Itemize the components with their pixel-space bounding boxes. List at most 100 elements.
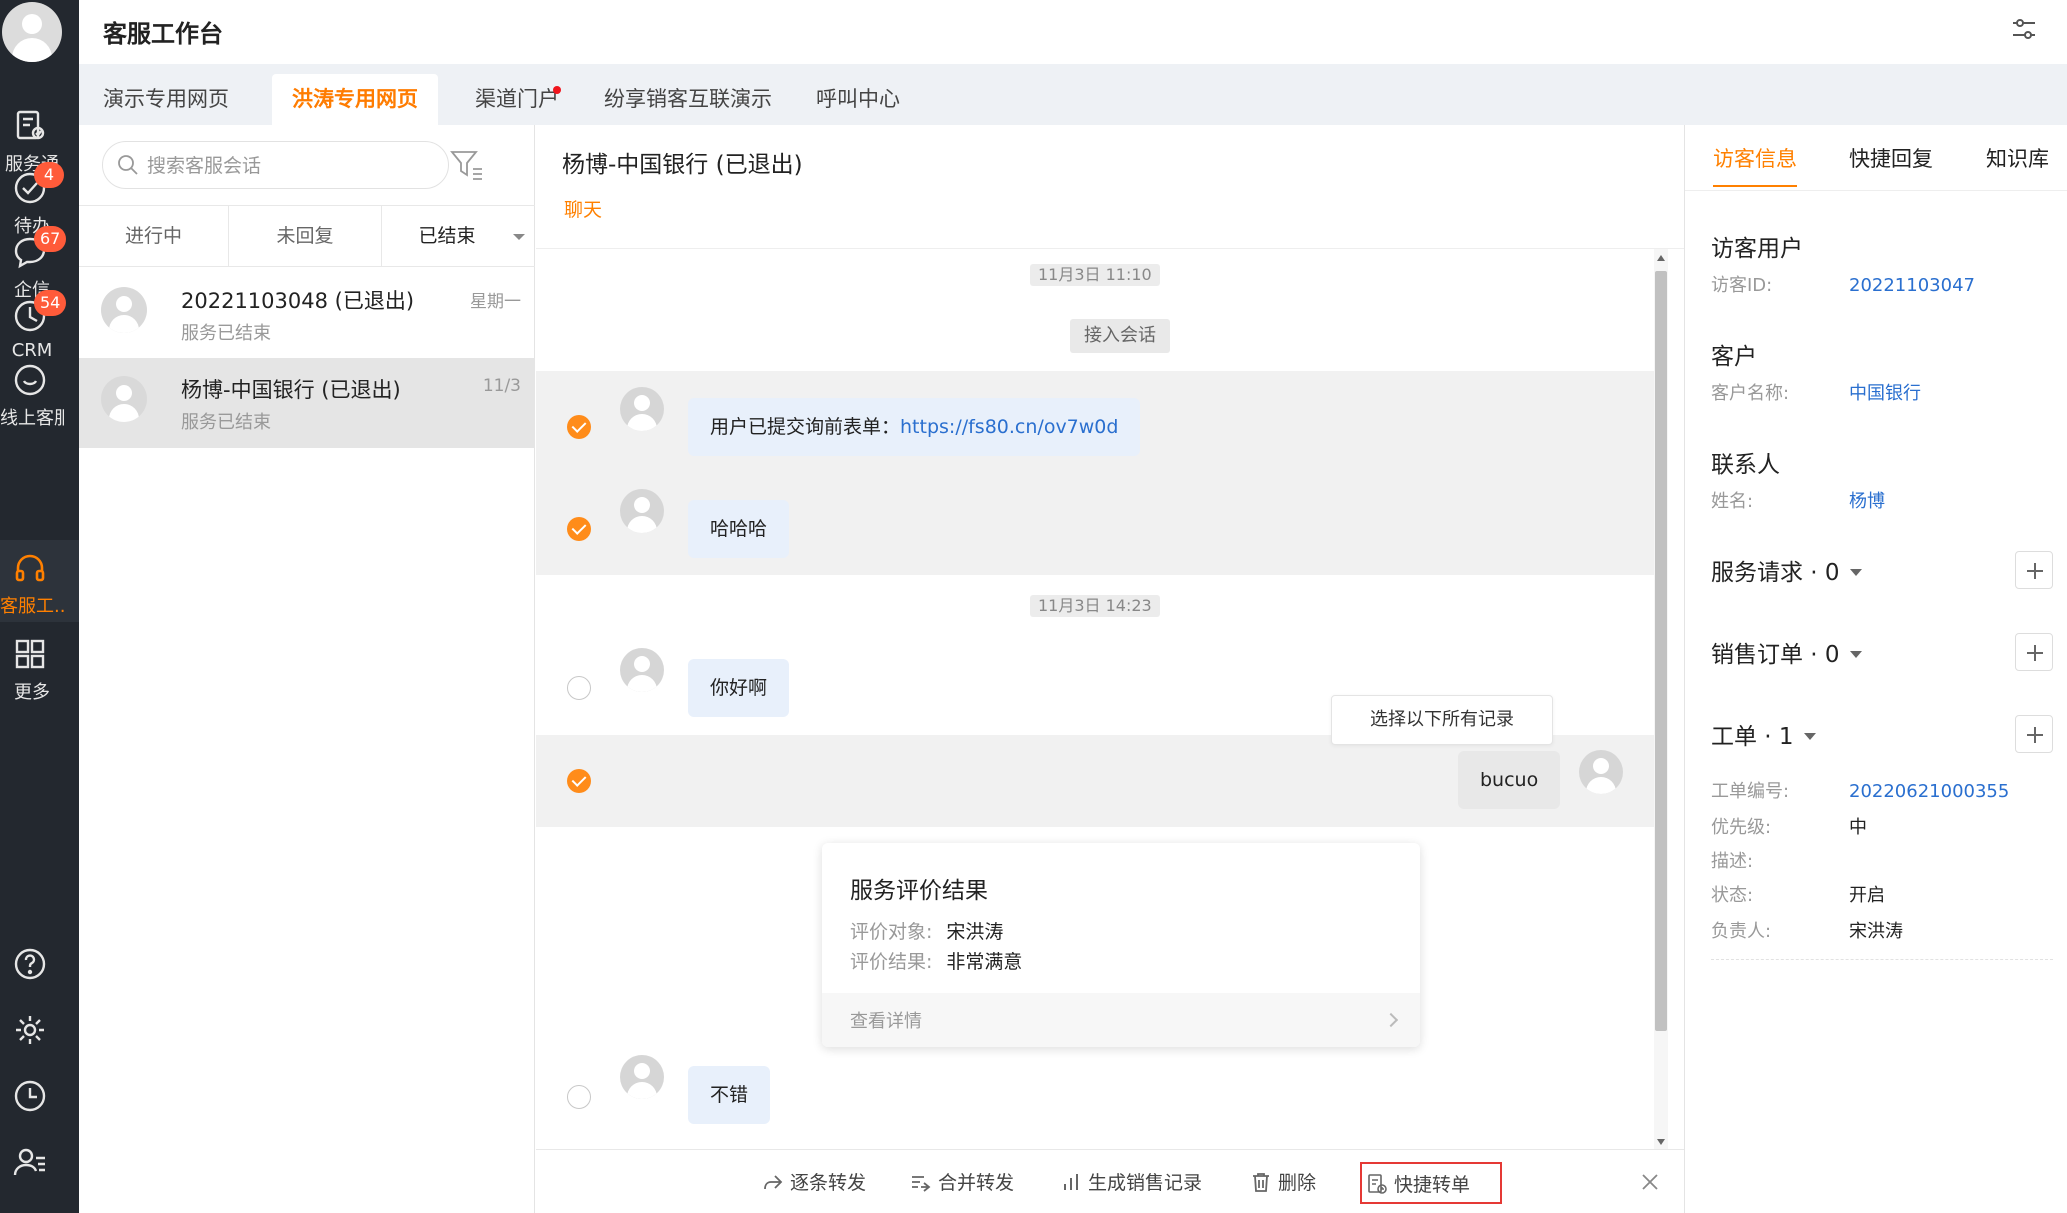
priority-row: 优先级: 中 <box>1711 813 1867 839</box>
badge: 67 <box>34 226 67 252</box>
value: 非常满意 <box>946 951 1023 973</box>
scroll-thumb[interactable] <box>1655 271 1667 1031</box>
message-area: 11月3日 11:10 接入会话 用户已提交询前表单：https://fs80.… <box>536 249 1684 1149</box>
value: 宋洪涛 <box>1849 921 1903 942</box>
forward-each-button[interactable]: 逐条转发 <box>762 1162 866 1204</box>
form-link[interactable]: https://fs80.cn/ov7w0d <box>900 416 1118 438</box>
session-name: 20221103048 (已退出) <box>181 289 415 313</box>
action-label: 生成销售记录 <box>1088 1172 1203 1194</box>
rail-item-service-workbench[interactable]: 客服工... <box>0 540 79 622</box>
label: 评价对象: <box>850 921 933 943</box>
top-bar: 客服工作台 <box>79 0 2067 64</box>
session-item[interactable]: 20221103048 (已退出) 服务已结束 星期一 <box>79 269 535 359</box>
value[interactable]: 中国银行 <box>1849 383 1921 404</box>
status-filter-tabs: 进行中 未回复 已结束 <box>79 205 535 267</box>
merge-forward-icon <box>912 1176 931 1192</box>
action-label: 删除 <box>1278 1172 1317 1194</box>
value[interactable]: 杨博 <box>1849 491 1885 512</box>
scrollbar[interactable] <box>1654 249 1668 1149</box>
value[interactable]: 20221103047 <box>1849 275 1975 296</box>
value: 中 <box>1849 817 1867 838</box>
page-title: 客服工作台 <box>103 20 223 48</box>
chat-subtab[interactable]: 聊天 <box>564 195 602 222</box>
quick-transfer-order-button[interactable]: 快捷转单 <box>1360 1162 1503 1204</box>
system-message: 接入会话 <box>1070 319 1170 353</box>
select-all-tooltip[interactable]: 选择以下所有记录 <box>1331 695 1553 745</box>
filter-unreplied[interactable]: 未回复 <box>229 206 382 266</box>
rail-item-online-service[interactable]: 线上客服 <box>0 352 79 434</box>
history-clock-icon[interactable] <box>12 1078 48 1114</box>
search-icon <box>118 155 138 175</box>
filter-in-progress[interactable]: 进行中 <box>79 206 229 266</box>
bulk-action-bar: 逐条转发 合并转发 生成销售记录 删除 快捷转单 <box>536 1149 1684 1213</box>
panel-tabs: 访客信息 快捷回复 知识库 <box>1685 125 2067 191</box>
help-icon[interactable] <box>12 946 48 982</box>
tab-hongtao-page[interactable]: 洪涛专用网页 <box>272 74 438 125</box>
tab-quick-reply[interactable]: 快捷回复 <box>1849 143 1933 173</box>
timestamp: 11月3日 11:10 <box>1030 264 1160 286</box>
section-work-order[interactable]: 工单 · 1 <box>1711 717 1816 751</box>
rail-label: 线上客服 <box>0 408 64 429</box>
message-bubble: 不错 <box>688 1066 771 1124</box>
chevron-down-icon[interactable] <box>513 234 525 240</box>
tab-knowledge-base[interactable]: 知识库 <box>1986 143 2049 173</box>
scroll-up-icon[interactable] <box>1657 255 1665 261</box>
tab-label: 渠道门户 <box>475 87 559 111</box>
tab-call-center[interactable]: 呼叫中心 <box>796 74 920 125</box>
owner-row: 负责人: 宋洪涛 <box>1711 917 1903 943</box>
filter-ended[interactable]: 已结束 <box>382 206 512 266</box>
rail-item-more[interactable]: 更多 <box>0 626 79 708</box>
message-bubble: 哈哈哈 <box>688 500 790 558</box>
close-icon[interactable] <box>1638 1170 1662 1194</box>
message-text: 用户已提交询前表单： <box>710 416 901 438</box>
avatar <box>620 387 664 431</box>
tab-visitor-info[interactable]: 访客信息 <box>1713 143 1797 187</box>
badge: 54 <box>34 290 67 316</box>
message-checkbox[interactable] <box>567 769 591 793</box>
add-service-request-button[interactable] <box>2015 551 2053 589</box>
section-customer: 客户 <box>1711 344 1757 370</box>
rating-target-row: 评价对象: 宋洪涛 <box>850 917 1003 944</box>
details-label: 查看详情 <box>850 1011 922 1032</box>
description-row: 描述: <box>1711 847 1849 873</box>
bar-chart-icon <box>1064 1174 1078 1190</box>
tab-interconnect-demo[interactable]: 纷享销客互联演示 <box>584 74 792 125</box>
forward-icon <box>764 1175 783 1190</box>
tab-demo-page[interactable]: 演示专用网页 <box>83 74 249 125</box>
action-label: 合并转发 <box>938 1172 1015 1194</box>
section-sales-order[interactable]: 销售订单 · 0 <box>1711 635 1862 669</box>
message-checkbox[interactable] <box>567 517 591 541</box>
chevron-down-icon <box>1849 569 1862 576</box>
filter-icon[interactable] <box>449 147 485 183</box>
sliders-icon[interactable] <box>2009 14 2039 44</box>
message-checkbox[interactable] <box>567 676 591 700</box>
headset-icon <box>15 554 45 582</box>
session-search <box>102 141 449 189</box>
user-list-icon[interactable] <box>12 1144 48 1180</box>
session-time: 11/3 <box>482 376 521 396</box>
delete-button[interactable]: 删除 <box>1250 1162 1316 1204</box>
view-details-link[interactable]: 查看详情 <box>822 993 1420 1047</box>
badge: 4 <box>34 162 64 188</box>
scroll-down-icon[interactable] <box>1657 1139 1665 1145</box>
session-item[interactable]: 杨博-中国银行 (已退出) 服务已结束 11/3 <box>79 358 535 448</box>
add-sales-order-button[interactable] <box>2015 633 2053 671</box>
value: 宋洪涛 <box>946 921 1004 943</box>
message-checkbox[interactable] <box>567 415 591 439</box>
trash-icon <box>1253 1173 1269 1192</box>
add-work-order-button[interactable] <box>2015 715 2053 753</box>
section-visitor: 访客用户 <box>1711 236 1803 262</box>
search-input[interactable] <box>147 152 437 180</box>
tab-channel-portal[interactable]: 渠道门户 <box>455 74 579 125</box>
user-avatar[interactable] <box>2 2 62 62</box>
settings-gear-icon[interactable] <box>12 1012 48 1048</box>
value[interactable]: 20220621000355 <box>1849 781 2009 802</box>
action-label: 逐条转发 <box>790 1172 867 1194</box>
service-icon <box>16 110 45 140</box>
label: 评价结果: <box>850 951 933 973</box>
section-service-request[interactable]: 服务请求 · 0 <box>1711 553 1862 587</box>
create-sales-record-button[interactable]: 生成销售记录 <box>1060 1162 1202 1204</box>
label: 姓名: <box>1711 491 1754 512</box>
message-checkbox[interactable] <box>567 1085 591 1109</box>
merge-forward-button[interactable]: 合并转发 <box>910 1162 1014 1204</box>
